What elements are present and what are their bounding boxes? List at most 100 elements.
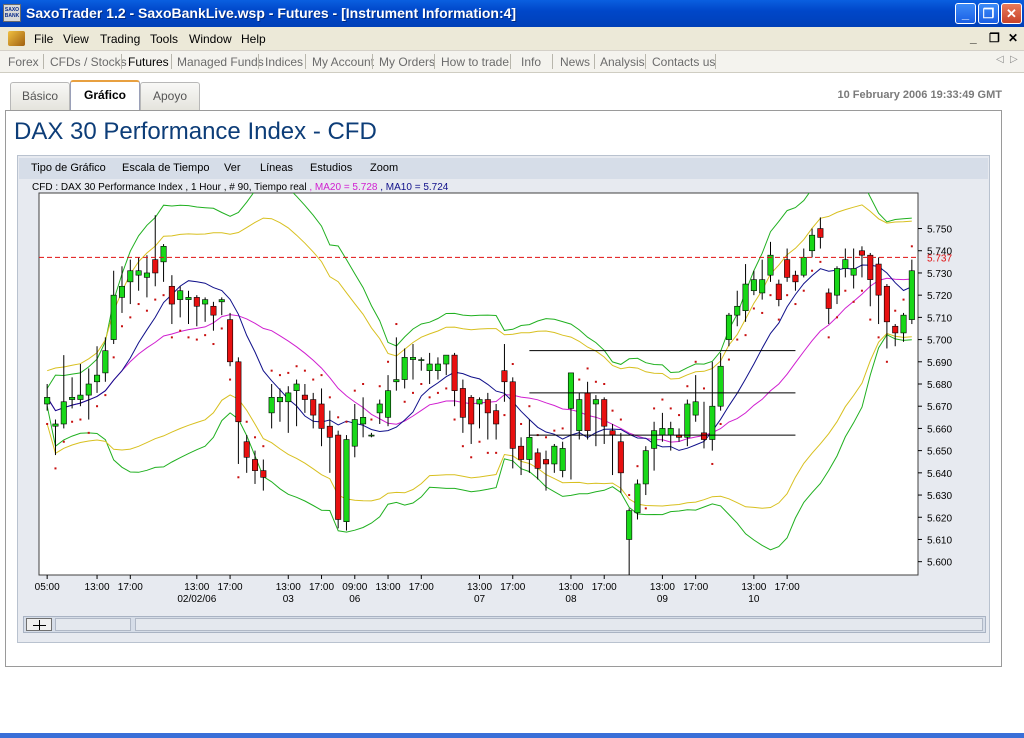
sar-dot xyxy=(54,467,57,470)
candle xyxy=(85,383,92,396)
y-tick-label: 5.610 xyxy=(927,535,952,546)
menu-file[interactable]: File xyxy=(34,32,53,46)
maximize-button[interactable]: ❐ xyxy=(978,3,999,24)
sar-dot xyxy=(420,383,423,385)
document-icon[interactable] xyxy=(8,31,25,46)
candle xyxy=(243,441,250,458)
sar-dot xyxy=(761,311,764,314)
chart-scrollbar-left[interactable] xyxy=(55,618,131,631)
status-bar xyxy=(0,733,1024,738)
candle xyxy=(892,325,899,334)
candle xyxy=(767,254,774,276)
sar-dot xyxy=(877,336,880,339)
sar-dot xyxy=(769,294,772,297)
candle xyxy=(809,234,816,252)
nav-separator xyxy=(510,54,511,69)
sar-dot xyxy=(553,429,556,432)
close-button[interactable]: ✕ xyxy=(1001,3,1022,24)
candle xyxy=(210,305,217,316)
candle xyxy=(235,361,242,423)
candle xyxy=(875,263,882,296)
mdi-restore-button[interactable]: ❐ xyxy=(989,31,1000,45)
sar-dot xyxy=(295,365,298,368)
plot-area xyxy=(38,192,919,576)
sar-dot xyxy=(619,418,622,421)
menu-help[interactable]: Help xyxy=(241,32,266,46)
nav-my-account[interactable]: My Account xyxy=(312,55,374,69)
sar-dot xyxy=(411,391,414,394)
nav-managed-funds[interactable]: Managed Funds xyxy=(177,55,264,69)
y-tick-label: 5.660 xyxy=(927,424,952,435)
sar-dot xyxy=(120,325,123,328)
y-tick-label: 5.640 xyxy=(927,469,952,480)
candle xyxy=(476,399,483,405)
candle xyxy=(60,401,67,425)
sar-dot xyxy=(320,374,323,377)
sar-dot xyxy=(545,436,548,439)
sar-dot xyxy=(170,336,173,339)
sar-dot xyxy=(145,309,148,312)
window-title: SaxoTrader 1.2 - SaxoBankLive.wsp - Futu… xyxy=(26,5,517,21)
sar-dot xyxy=(154,298,157,301)
nav-info[interactable]: Info xyxy=(521,55,541,69)
candle xyxy=(360,417,367,425)
tab-grafico[interactable]: Gráfico xyxy=(70,80,140,111)
candle xyxy=(135,270,142,276)
sar-dot xyxy=(162,294,165,297)
sar-dot xyxy=(378,385,381,388)
minimize-button[interactable]: _ xyxy=(955,3,976,24)
sar-dot xyxy=(786,294,789,297)
nav-forex[interactable]: Forex xyxy=(8,55,39,69)
nav-how-to-trade[interactable]: How to trade xyxy=(441,55,509,69)
chart-scrollbar[interactable] xyxy=(135,618,983,631)
mdi-close-button[interactable]: ✕ xyxy=(1008,31,1018,45)
scroll-left-arrow-icon[interactable]: ◁ xyxy=(996,54,1004,65)
nav-separator xyxy=(715,54,716,69)
sar-dot xyxy=(229,378,232,381)
menu-view[interactable]: View xyxy=(63,32,89,46)
x-tick-label: 09:00 xyxy=(342,582,367,593)
x-tick-label: 13:00 xyxy=(467,582,492,593)
nav-analysis[interactable]: Analysis xyxy=(600,55,645,69)
x-tick-label: 13:00 xyxy=(376,582,401,593)
nav-futures[interactable]: Futures xyxy=(128,55,169,69)
sar-dot xyxy=(727,358,730,361)
crosshair-tool-button[interactable] xyxy=(26,618,52,631)
candle xyxy=(709,405,716,440)
scroll-right-arrow-icon[interactable]: ▷ xyxy=(1010,54,1018,65)
candle xyxy=(526,437,533,460)
menu-trading[interactable]: Trading xyxy=(100,32,140,46)
menu-window[interactable]: Window xyxy=(189,32,232,46)
nav-my-orders[interactable]: My Orders xyxy=(379,55,435,69)
sar-dot xyxy=(511,363,514,366)
sar-dot xyxy=(62,440,65,443)
candle xyxy=(850,268,857,276)
candle xyxy=(867,254,874,280)
tab-apoyo[interactable]: Apoyo xyxy=(140,82,200,111)
sar-dot xyxy=(611,409,614,412)
reference-price-label: 5.737 xyxy=(927,253,952,264)
candle xyxy=(52,423,59,427)
nav-news[interactable]: News xyxy=(560,55,590,69)
mdi-minimize-button[interactable]: _ xyxy=(970,31,977,45)
nav-indices[interactable]: Indices xyxy=(265,55,303,69)
sar-dot xyxy=(337,416,340,419)
title-bar[interactable]: SAXO BANK SaxoTrader 1.2 - SaxoBankLive.… xyxy=(0,0,1024,27)
nav-contacts-us[interactable]: Contacts us xyxy=(652,55,715,69)
candle xyxy=(651,430,658,449)
navigation-bar: Forex CFDs / Stocks Futures Managed Fund… xyxy=(0,51,1024,73)
price-chart[interactable]: 5.600 5.610 5.620 5.630 5.640 5.650 5.660 5.670… xyxy=(18,156,989,614)
candle xyxy=(459,388,466,418)
nav-cfds-stocks[interactable]: CFDs / Stocks xyxy=(50,55,127,69)
sar-dot xyxy=(794,303,797,306)
tab-basico[interactable]: Básico xyxy=(10,82,70,111)
nav-separator xyxy=(372,54,373,69)
x-tick-label: 17:00 xyxy=(118,582,143,593)
sar-dot xyxy=(112,356,115,359)
sar-dot xyxy=(303,369,306,372)
menu-tools[interactable]: Tools xyxy=(150,32,178,46)
candle xyxy=(276,397,283,403)
x-tick-label: 17:00 xyxy=(683,582,708,593)
candle xyxy=(252,459,259,471)
chart-bottom-bar xyxy=(23,616,986,633)
